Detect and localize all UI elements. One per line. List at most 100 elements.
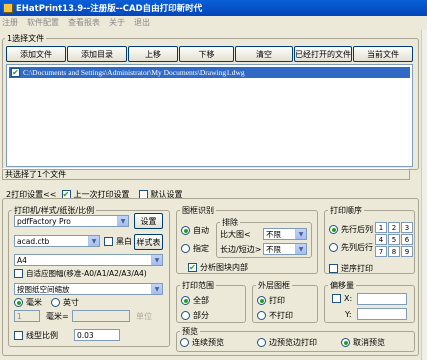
row-first-option[interactable]: 先行后列: [329, 224, 373, 235]
menu-report[interactable]: 查看报表: [68, 17, 100, 28]
file-path: C:\Documents and Settings\Administrator\…: [23, 68, 245, 77]
preview-continuous-label: 连续预览: [192, 338, 224, 347]
print-range-legend: 打印范围: [180, 280, 216, 291]
scale-left-input[interactable]: 1: [14, 310, 40, 322]
scale-mm-label: 毫米=: [46, 312, 69, 321]
recognition-specify-radio[interactable]: [181, 244, 190, 253]
reverse-order-option[interactable]: 逆序打印: [329, 263, 373, 274]
unit-inch-radio[interactable]: [51, 298, 60, 307]
auto-paper-checkbox[interactable]: [14, 269, 23, 278]
add-directory-button[interactable]: 添加目录: [67, 46, 127, 62]
range-partial-label: 部分: [193, 311, 209, 320]
order-cell: 5: [388, 234, 400, 245]
preview-continuous-radio[interactable]: [180, 338, 189, 347]
long-short-label: 长边/短边>: [220, 245, 262, 254]
chevron-down-icon[interactable]: ▼: [295, 244, 306, 254]
recognition-auto-option[interactable]: 自动: [181, 225, 209, 236]
preview-print-option[interactable]: 边预览边打印: [257, 337, 317, 348]
outer-no-print-option[interactable]: 不打印: [257, 310, 293, 321]
scale-unit-label: 单位: [136, 312, 152, 321]
preview-print-radio[interactable]: [257, 338, 266, 347]
printer-settings-button[interactable]: 设置: [134, 213, 163, 229]
outer-print-radio[interactable]: [257, 296, 266, 305]
range-partial-radio[interactable]: [181, 311, 190, 320]
chevron-down-icon[interactable]: ▼: [117, 216, 128, 226]
linewidth-label: 线型比例: [26, 331, 58, 340]
ratio-select[interactable]: 不限 ▼: [263, 228, 307, 240]
preview-continuous-option[interactable]: 连续预览: [180, 337, 224, 348]
row-first-radio[interactable]: [329, 225, 338, 234]
recognition-specify-option[interactable]: 指定: [181, 243, 209, 254]
offset-y-label: Y:: [345, 310, 352, 319]
col-first-option[interactable]: 先列后行: [329, 242, 373, 253]
file-list[interactable]: ✔ C:\Documents and Settings\Administrato…: [6, 64, 413, 167]
linewidth-input[interactable]: 0.03: [74, 329, 120, 341]
linewidth-value: 0.03: [77, 330, 94, 340]
reverse-order-checkbox[interactable]: [329, 264, 338, 273]
order-cell: 9: [401, 246, 413, 257]
outer-print-option[interactable]: 打印: [257, 295, 285, 306]
analyze-inner-label: 分析图块内部: [200, 263, 248, 272]
linewidth-checkbox[interactable]: [14, 331, 23, 340]
move-down-button[interactable]: 下移: [179, 46, 234, 62]
clear-button[interactable]: 清空: [235, 46, 293, 62]
opened-files-button[interactable]: 已经打开的文件: [294, 46, 352, 62]
recognition-specify-label: 指定: [193, 244, 209, 253]
scale-right-input[interactable]: [72, 310, 130, 322]
menu-exit[interactable]: 退出: [134, 17, 150, 28]
menu-register[interactable]: 注册: [2, 17, 18, 28]
preview-cancel-option[interactable]: 取消预览: [341, 337, 385, 348]
auto-paper-option[interactable]: 自适应图幅(移准-A0/A1/A2/A3/A4): [14, 268, 147, 279]
outer-no-print-radio[interactable]: [257, 311, 266, 320]
selection-status: 共选择了1个文件: [2, 168, 410, 180]
order-cell: 1: [375, 222, 387, 233]
scale-mode-select[interactable]: 按图纸空间缩放 ▼: [14, 283, 163, 295]
print-order-legend: 打印顺序: [328, 205, 364, 216]
add-file-button[interactable]: 添加文件: [6, 46, 66, 62]
linewidth-option[interactable]: 线型比例: [14, 330, 58, 341]
current-file-button[interactable]: 当前文件: [353, 46, 413, 62]
move-up-button[interactable]: 上移: [128, 46, 178, 62]
black-white-option[interactable]: 黑白: [104, 236, 132, 247]
window-edge: [421, 30, 427, 360]
menu-about[interactable]: 关于: [109, 17, 125, 28]
paper-select[interactable]: A4 ▼: [14, 254, 163, 266]
file-list-item[interactable]: ✔ C:\Documents and Settings\Administrato…: [9, 67, 410, 78]
chevron-down-icon[interactable]: ▼: [88, 236, 99, 246]
unit-mm-label: 毫米: [26, 298, 42, 307]
long-short-select[interactable]: 不限 ▼: [263, 243, 307, 255]
order-cell: 7: [375, 246, 387, 257]
offset-checkbox[interactable]: [332, 294, 341, 303]
style-table-button[interactable]: 样式表: [134, 234, 163, 250]
outer-no-print-label: 不打印: [269, 311, 293, 320]
order-cell: 8: [388, 246, 400, 257]
range-all-option[interactable]: 全部: [181, 295, 209, 306]
file-checkbox[interactable]: ✔: [11, 68, 20, 77]
row-first-label: 先行后列: [341, 225, 373, 234]
offset-x-input[interactable]: [357, 293, 407, 305]
long-short-value: 不限: [266, 244, 281, 254]
outer-frame-legend: 外层图框: [256, 280, 292, 291]
col-first-radio[interactable]: [329, 243, 338, 252]
menu-config[interactable]: 软件配置: [27, 17, 59, 28]
offset-y-input[interactable]: [357, 308, 407, 320]
chevron-down-icon[interactable]: ▼: [151, 284, 162, 294]
chevron-down-icon[interactable]: ▼: [295, 229, 306, 239]
exclude-legend: 排除: [220, 217, 240, 228]
preview-cancel-radio[interactable]: [341, 338, 350, 347]
recognition-auto-label: 自动: [193, 226, 209, 235]
order-cell: 3: [401, 222, 413, 233]
file-select-legend: 1选择文件: [5, 33, 47, 44]
recognition-auto-radio[interactable]: [181, 226, 190, 235]
range-partial-option[interactable]: 部分: [181, 310, 209, 321]
analyze-inner-option[interactable]: ✔ 分析图块内部: [188, 262, 248, 273]
style-select[interactable]: acad.ctb ▼: [14, 235, 100, 247]
unit-inch-label: 英寸: [63, 298, 79, 307]
unit-mm-radio[interactable]: [14, 298, 23, 307]
analyze-inner-checkbox[interactable]: ✔: [188, 263, 197, 272]
offset-legend: 偏移量: [328, 280, 356, 291]
range-all-radio[interactable]: [181, 296, 190, 305]
printer-select[interactable]: pdfFactory Pro ▼: [14, 215, 129, 227]
black-white-checkbox[interactable]: [104, 237, 113, 246]
chevron-down-icon[interactable]: ▼: [151, 255, 162, 265]
